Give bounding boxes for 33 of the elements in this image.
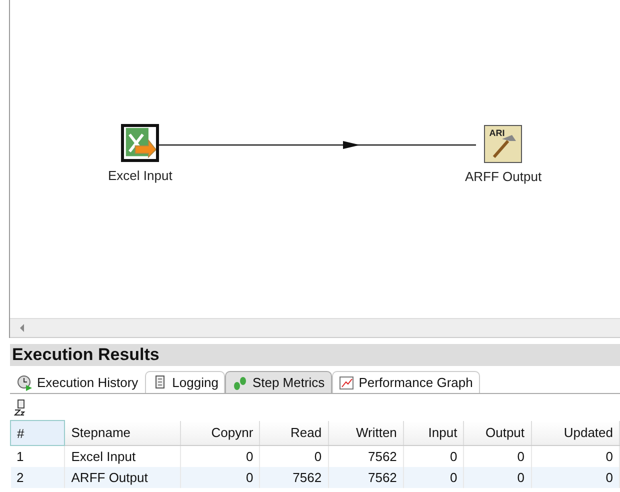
column-header[interactable]: Input: [403, 420, 464, 446]
column-header[interactable]: Read: [260, 420, 328, 446]
step-node[interactable]: ARI: [484, 125, 522, 163]
column-header[interactable]: Stepname: [64, 420, 180, 446]
tab[interactable]: Logging: [145, 371, 226, 393]
chart-icon: [338, 374, 355, 390]
tab[interactable]: Performance Graph: [332, 371, 480, 393]
table-cell: 7562: [328, 467, 404, 488]
footprints-icon: [232, 374, 248, 390]
step-label: Excel Input: [108, 168, 172, 183]
tab[interactable]: Step Metrics: [225, 371, 332, 393]
table-cell: 7562: [260, 467, 328, 488]
column-header[interactable]: Output: [464, 420, 532, 446]
table-cell: 0: [180, 467, 260, 488]
step-label: ARFF Output: [465, 169, 542, 184]
clock-icon: [17, 374, 33, 390]
column-header[interactable]: Written: [328, 420, 404, 446]
column-header[interactable]: Updated: [531, 420, 620, 446]
icon-label: ARI: [489, 128, 505, 138]
tab[interactable]: Execution History: [10, 371, 146, 393]
spreadsheet-icon: [124, 126, 156, 160]
table-cell: 0: [403, 467, 464, 488]
table-cell: 2: [10, 467, 65, 488]
horizontal-scrollbar[interactable]: [10, 318, 620, 338]
section-title: Execution Results: [10, 344, 620, 366]
scroll-left-icon: [18, 324, 26, 332]
table-cell: 0: [464, 467, 532, 488]
table-cell: 0: [531, 467, 620, 488]
sort-icon: [14, 398, 28, 416]
column-header[interactable]: #: [10, 420, 65, 446]
column-header[interactable]: Copynr: [180, 420, 260, 446]
step-node[interactable]: [121, 124, 160, 162]
table-cell: ARFF Output: [64, 467, 180, 488]
